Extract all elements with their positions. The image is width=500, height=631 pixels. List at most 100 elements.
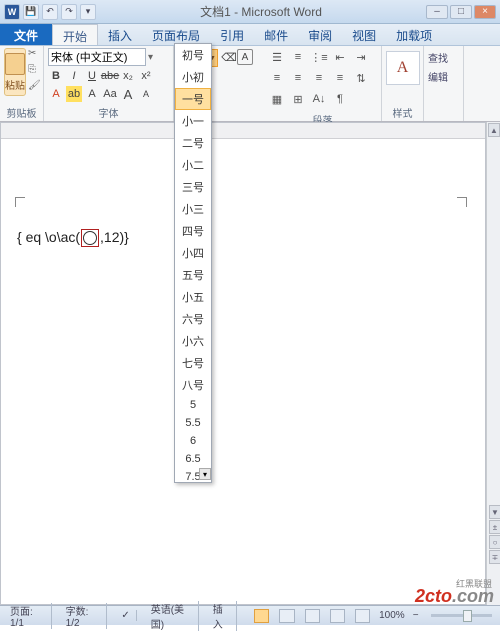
size-option[interactable]: 小初 <box>175 66 211 88</box>
size-option[interactable]: 初号 <box>175 44 211 66</box>
paste-button[interactable]: 粘贴 <box>4 48 26 96</box>
group-clipboard: 粘贴 ✂ ⎘ 🖌 剪贴板 <box>0 46 44 121</box>
shrink-font-button[interactable]: A <box>138 86 154 102</box>
edit-button[interactable]: 编辑 <box>428 67 459 86</box>
size-option[interactable]: 小二 <box>175 154 211 176</box>
size-option[interactable]: 六号 <box>175 308 211 330</box>
align-right-icon[interactable]: ≡ <box>310 69 328 87</box>
styles-button[interactable]: A <box>386 51 420 85</box>
size-option[interactable]: 小四 <box>175 242 211 264</box>
tab-file[interactable]: 文件 <box>0 24 52 45</box>
shading-icon[interactable]: ▦ <box>268 90 286 108</box>
enclose-char-button[interactable]: A <box>237 49 253 65</box>
view-fullscreen-icon[interactable] <box>279 609 294 623</box>
size-option[interactable]: 七号 <box>175 352 211 374</box>
tab-references[interactable]: 引用 <box>210 24 254 45</box>
undo-icon[interactable]: ↶ <box>42 4 58 20</box>
size-option[interactable]: 6 <box>175 432 211 450</box>
status-lang[interactable]: 英语(美国) <box>145 601 199 631</box>
view-web-icon[interactable] <box>305 609 320 623</box>
status-spell-icon[interactable]: ✓ <box>115 610 136 621</box>
scroll-down-icon[interactable]: ▼ <box>489 505 500 519</box>
size-option[interactable]: 小三 <box>175 198 211 220</box>
size-option[interactable]: 五号 <box>175 264 211 286</box>
save-icon[interactable]: 💾 <box>23 4 39 20</box>
qat-more-icon[interactable]: ▾ <box>80 4 96 20</box>
grow-font-button[interactable]: A <box>120 86 136 102</box>
size-option[interactable]: 小一 <box>175 110 211 132</box>
paste-icon <box>5 53 25 75</box>
document-area[interactable]: { eq \o\ac(,12)} <box>0 122 486 605</box>
size-option[interactable]: 三号 <box>175 176 211 198</box>
borders-icon[interactable]: ⊞ <box>289 90 307 108</box>
size-option[interactable]: 小五 <box>175 286 211 308</box>
view-draft-icon[interactable] <box>355 609 370 623</box>
highlight-button[interactable]: ab <box>66 86 82 102</box>
tab-addins[interactable]: 加载项 <box>386 24 442 45</box>
status-mode[interactable]: 插入 <box>207 601 238 631</box>
change-case-button[interactable]: Aa <box>102 86 118 102</box>
size-option[interactable]: 四号 <box>175 220 211 242</box>
prev-page-icon[interactable]: ± <box>489 520 500 534</box>
ribbon-tabs: 文件 开始 插入 页面布局 引用 邮件 审阅 视图 加载项 <box>0 24 500 46</box>
font-size-dropdown[interactable]: 初号小初一号小一二号小二三号小三四号小四五号小五六号小六七号八号55.566.5… <box>174 43 212 483</box>
size-option[interactable]: 5 <box>175 396 211 414</box>
tab-insert[interactable]: 插入 <box>98 24 142 45</box>
browse-object-icon[interactable]: ○ <box>489 535 500 549</box>
zoom-out-icon[interactable]: − <box>413 610 419 621</box>
find-button[interactable]: 查找 <box>428 48 459 67</box>
window-title: 文档1 - Microsoft Word <box>100 3 422 20</box>
align-center-icon[interactable]: ≡ <box>289 69 307 87</box>
redo-icon[interactable]: ↷ <box>61 4 77 20</box>
inc-indent-icon[interactable]: ⇥ <box>352 48 370 66</box>
dropdown-scroll-icon[interactable]: ▾ <box>199 468 211 480</box>
underline-button[interactable]: U <box>84 68 100 84</box>
view-outline-icon[interactable] <box>330 609 345 623</box>
tab-mailings[interactable]: 邮件 <box>254 24 298 45</box>
line-spacing-icon[interactable]: ⇅ <box>352 69 370 87</box>
view-print-layout-icon[interactable] <box>254 609 269 623</box>
size-option[interactable]: 一号 <box>175 88 211 110</box>
copy-icon[interactable]: ⎘ <box>28 64 42 78</box>
subscript-button[interactable]: x₂ <box>120 68 136 84</box>
numbering-icon[interactable]: ≡ <box>289 48 307 66</box>
scroll-up-icon[interactable]: ▲ <box>488 123 500 137</box>
multilevel-icon[interactable]: ⋮≡ <box>310 48 328 66</box>
page-content[interactable]: { eq \o\ac(,12)} <box>1 139 485 267</box>
group-styles: A 样式 <box>382 46 424 121</box>
size-option[interactable]: 二号 <box>175 132 211 154</box>
size-option[interactable]: 小六 <box>175 330 211 352</box>
group-editing: 查找 编辑 <box>424 46 464 121</box>
align-left-icon[interactable]: ≡ <box>268 69 286 87</box>
clear-format-button[interactable]: ⌫ <box>221 49 237 65</box>
close-button[interactable]: × <box>474 5 496 19</box>
maximize-button[interactable]: □ <box>450 5 472 19</box>
font-color-button[interactable]: A <box>48 86 64 102</box>
zoom-slider[interactable] <box>431 614 492 617</box>
bold-button[interactable]: B <box>48 68 64 84</box>
format-painter-icon[interactable]: 🖌 <box>28 80 42 94</box>
tab-layout[interactable]: 页面布局 <box>142 24 210 45</box>
next-page-icon[interactable]: ∓ <box>489 550 500 564</box>
cut-icon[interactable]: ✂ <box>28 48 42 62</box>
strike-button[interactable]: abe <box>102 68 118 84</box>
size-option[interactable]: 5.5 <box>175 414 211 432</box>
dec-indent-icon[interactable]: ⇤ <box>331 48 349 66</box>
tab-home[interactable]: 开始 <box>52 24 98 45</box>
tab-view[interactable]: 视图 <box>342 24 386 45</box>
status-zoom[interactable]: 100% <box>379 610 405 621</box>
size-option[interactable]: 6.5 <box>175 450 211 468</box>
sort-icon[interactable]: A↓ <box>310 90 328 108</box>
italic-button[interactable]: I <box>66 68 82 84</box>
font-name-combo[interactable]: 宋体 (中文正文) <box>48 48 146 66</box>
ruler[interactable] <box>1 123 485 139</box>
superscript-button[interactable]: x² <box>138 68 154 84</box>
justify-icon[interactable]: ≡ <box>331 69 349 87</box>
tab-review[interactable]: 审阅 <box>298 24 342 45</box>
size-option[interactable]: 八号 <box>175 374 211 396</box>
minimize-button[interactable]: – <box>426 5 448 19</box>
font-effect-button[interactable]: A <box>84 86 100 102</box>
vertical-scrollbar[interactable]: ▲ ▼ ± ○ ∓ <box>486 122 500 605</box>
bullets-icon[interactable]: ☰ <box>268 48 286 66</box>
show-marks-icon[interactable]: ¶ <box>331 90 349 108</box>
